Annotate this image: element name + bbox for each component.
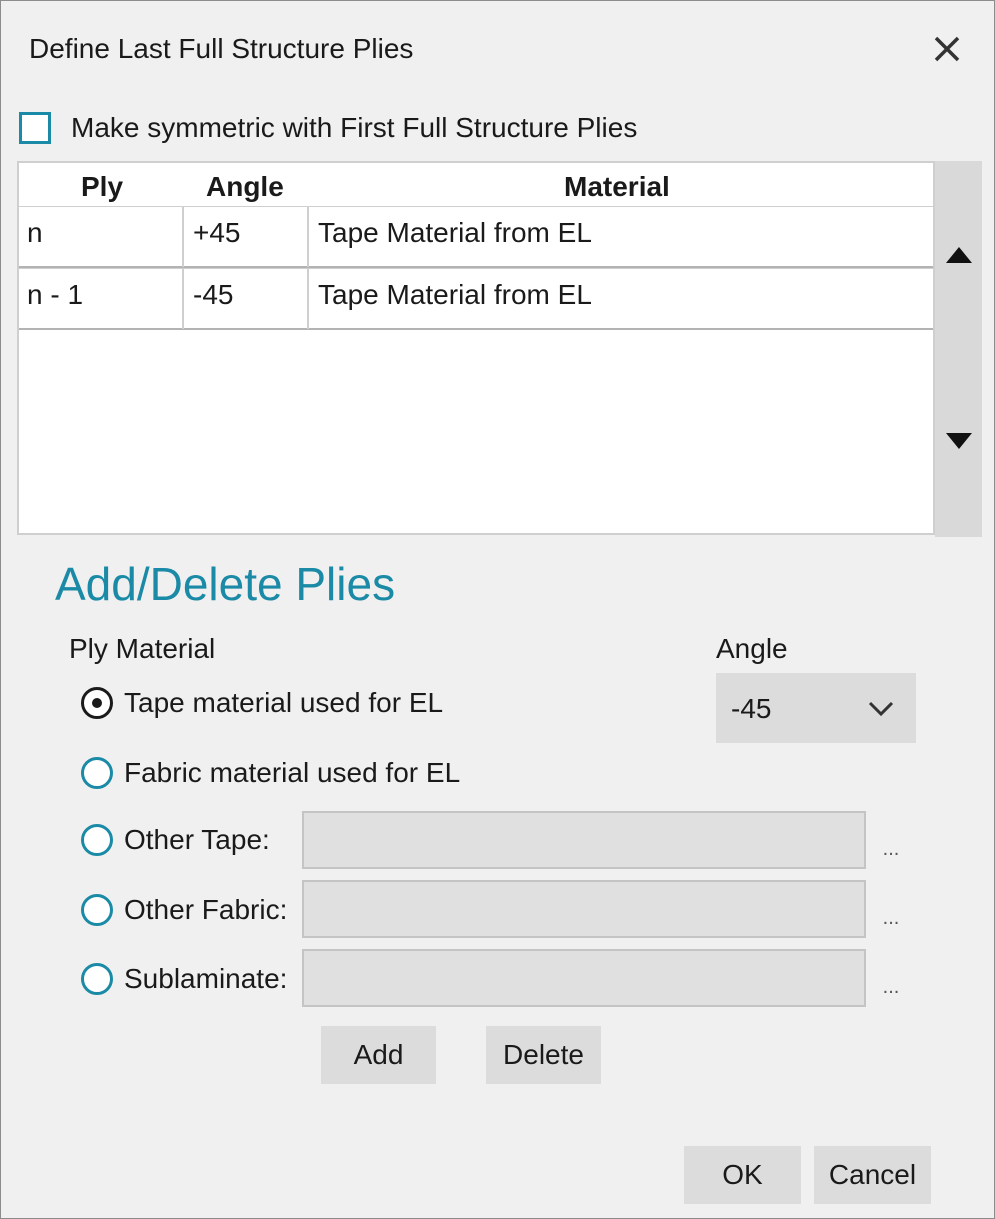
table-row[interactable]: n - 1 -45 Tape Material from EL [19, 268, 933, 330]
cell-angle[interactable]: -45 [184, 269, 309, 329]
ok-button[interactable]: OK [684, 1146, 801, 1204]
radio-button[interactable] [81, 963, 113, 995]
radio-label: Fabric material used for EL [124, 757, 461, 788]
other-fabric-browse-button[interactable]: ... [867, 880, 915, 938]
angle-dropdown-value: -45 [731, 693, 772, 724]
header-ply[interactable]: Ply [81, 171, 123, 203]
header-material[interactable]: Material [564, 171, 670, 203]
chevron-down-icon [868, 701, 894, 717]
cell-material[interactable]: Tape Material from EL [309, 269, 929, 329]
radio-button[interactable] [81, 894, 113, 926]
move-down-button[interactable] [935, 421, 982, 461]
radio-other-tape[interactable]: Other Tape: [81, 820, 270, 860]
ply-material-label: Ply Material [69, 633, 216, 664]
close-icon [934, 36, 960, 62]
sublaminate-browse-button[interactable]: ... [867, 949, 915, 1007]
symmetric-label: Make symmetric with First Full Structure… [71, 112, 638, 143]
radio-button[interactable] [81, 687, 113, 719]
symmetric-checkbox[interactable] [19, 112, 51, 144]
dialog-title: Define Last Full Structure Plies [29, 33, 414, 64]
other-tape-field[interactable] [302, 811, 866, 869]
radio-button[interactable] [81, 824, 113, 856]
delete-button[interactable]: Delete [486, 1026, 601, 1084]
section-title: Add/Delete Plies [55, 558, 396, 610]
add-button[interactable]: Add [321, 1026, 436, 1084]
radio-label: Other Tape: [124, 824, 270, 855]
plies-grid: Ply Angle Material n +45 Tape Material f… [17, 161, 935, 535]
other-tape-browse-button[interactable]: ... [867, 811, 915, 869]
radio-label: Other Fabric: [124, 894, 288, 925]
header-angle[interactable]: Angle [206, 171, 284, 203]
radio-label: Sublaminate: [124, 963, 288, 994]
cell-angle[interactable]: +45 [184, 207, 309, 267]
cell-ply[interactable]: n - 1 [19, 269, 184, 329]
angle-label: Angle [716, 633, 788, 664]
row-order-panel [935, 161, 982, 537]
radio-other-fabric[interactable]: Other Fabric: [81, 890, 287, 930]
cell-material[interactable]: Tape Material from EL [309, 207, 929, 267]
triangle-up-icon [945, 247, 972, 263]
title-bar: Define Last Full Structure Plies [1, 1, 994, 93]
radio-sublaminate[interactable]: Sublaminate: [81, 959, 287, 999]
symmetric-option[interactable]: Make symmetric with First Full Structure… [19, 109, 637, 147]
move-up-button[interactable] [935, 235, 982, 275]
radio-button[interactable] [81, 757, 113, 789]
table-row[interactable]: n +45 Tape Material from EL [19, 206, 933, 268]
triangle-down-icon [945, 433, 972, 449]
radio-tape-el[interactable]: Tape material used for EL [81, 683, 443, 723]
radio-label: Tape material used for EL [124, 687, 444, 718]
cell-ply[interactable]: n [19, 207, 184, 267]
other-fabric-field[interactable] [302, 880, 866, 938]
radio-fabric-el[interactable]: Fabric material used for EL [81, 753, 460, 793]
close-button[interactable] [925, 27, 969, 71]
grid-header: Ply Angle Material [19, 163, 935, 207]
cancel-button[interactable]: Cancel [814, 1146, 931, 1204]
angle-dropdown[interactable]: -45 [716, 673, 916, 743]
dialog-window: Define Last Full Structure Plies Make sy… [0, 0, 995, 1219]
sublaminate-field[interactable] [302, 949, 866, 1007]
